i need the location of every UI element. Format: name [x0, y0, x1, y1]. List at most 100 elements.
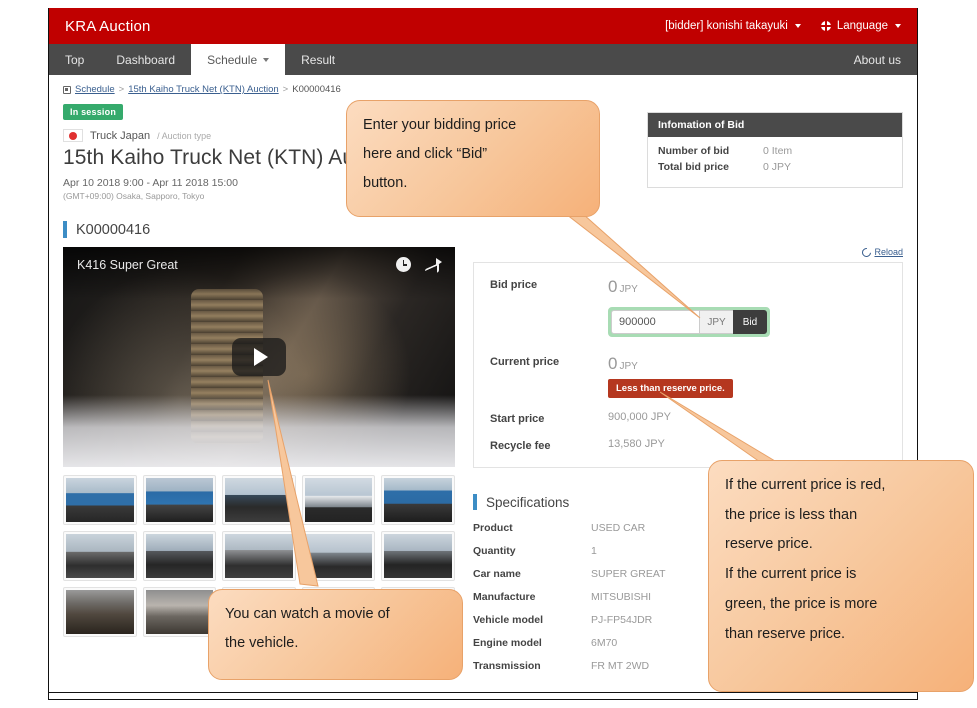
spec-value: USED CAR: [591, 522, 646, 534]
spec-value: MITSUBISHI: [591, 591, 652, 603]
thumbnail-item[interactable]: [222, 531, 296, 581]
callout-line: You can watch a movie of: [225, 606, 390, 622]
thumbnail-item[interactable]: [142, 531, 217, 581]
nav-item-result[interactable]: Result: [285, 44, 351, 75]
callout-bid-instruction: Enter your bidding price here and click …: [346, 100, 600, 217]
video-player[interactable]: K416 Super Great: [63, 247, 455, 467]
reload-link[interactable]: Reload: [860, 245, 903, 259]
bid-input-currency-addon: JPY: [699, 310, 733, 334]
nav-item-label: About us: [853, 52, 901, 67]
nav-item-schedule[interactable]: Schedule: [191, 44, 286, 75]
lot-section-title: K00000416: [63, 221, 903, 238]
breadcrumb-link-schedule[interactable]: Schedule: [75, 84, 115, 95]
thumbnail-item[interactable]: [63, 531, 137, 581]
breadcrumb-link-auction[interactable]: 15th Kaiho Truck Net (KTN) Auction: [128, 84, 278, 95]
bottom-thumbnail-row: [63, 699, 467, 700]
nav-item-about-us[interactable]: About us: [838, 44, 917, 75]
bid-price-unit: JPY: [619, 284, 638, 295]
start-price-row: Start price 900,000 JPY: [490, 411, 886, 425]
bid-amount-input[interactable]: [611, 310, 699, 334]
current-price-unit: JPY: [619, 361, 638, 372]
main-navigation: Top Dashboard Schedule Result About us: [49, 44, 917, 75]
info-bid-key: Number of bid: [658, 145, 730, 157]
thumbnail-item[interactable]: [142, 587, 217, 637]
specifications-heading: Specifications: [486, 494, 570, 510]
thumbnail-item[interactable]: [227, 699, 303, 700]
app-brand-title[interactable]: KRA Auction: [65, 18, 151, 35]
callout-reserve-price-explanation: If the current price is red, the price i…: [708, 460, 974, 692]
current-price-row: Current price 0 JPY Less than reserve pri…: [490, 354, 886, 398]
callout-line: button.: [363, 175, 408, 191]
language-menu[interactable]: Language: [820, 20, 901, 32]
spec-value: 6M70: [591, 637, 618, 649]
chevron-down-icon: [895, 24, 901, 28]
thumbnail-item[interactable]: [381, 475, 455, 525]
spec-key: Product: [473, 522, 513, 534]
spec-value: SUPER GREAT: [591, 568, 666, 580]
play-button[interactable]: [232, 338, 286, 376]
thumbnail-item[interactable]: [301, 531, 376, 581]
callout-line: the vehicle.: [225, 635, 299, 651]
thumbnail-item[interactable]: [391, 699, 467, 700]
spec-value: FR MT 2WD: [591, 660, 650, 672]
bid-price-label: Bid price: [490, 279, 538, 291]
nav-item-dashboard[interactable]: Dashboard: [100, 44, 191, 75]
play-icon: [253, 348, 268, 366]
spec-key: Quantity: [473, 545, 516, 557]
callout-line: the price is less than: [725, 506, 858, 523]
thumbnail-item[interactable]: [63, 475, 137, 525]
bid-panel: Bid price 0JPY JPY Bid: [473, 262, 903, 468]
auction-type-name: Truck Japan: [90, 129, 151, 142]
language-menu-label: Language: [836, 20, 888, 32]
bid-input-row: JPY Bid: [490, 300, 886, 341]
header-right-group: [bidder] konishi takayuki Language: [665, 20, 901, 32]
thumbnail-item[interactable]: [145, 699, 221, 700]
callout-line: green, the price is more: [725, 595, 878, 612]
section-accent-bar: [63, 221, 67, 238]
breadcrumb-list-icon: [63, 85, 71, 94]
video-title: K416 Super Great: [77, 258, 178, 272]
breadcrumb-current: K00000416: [292, 84, 341, 95]
start-price-label: Start price: [490, 413, 545, 425]
table-row: Number of bid 0 Item: [658, 145, 892, 157]
breadcrumb: Schedule > 15th Kaiho Truck Net (KTN) Au…: [63, 84, 903, 95]
callout-line: reserve price.: [725, 536, 813, 553]
status-badge: In session: [63, 104, 124, 120]
current-price-value-group: 0 JPY Less than reserve price.: [608, 354, 733, 398]
callout-line: here and click “Bid”: [363, 146, 488, 162]
user-menu[interactable]: [bidder] konishi takayuki: [665, 20, 801, 32]
spec-key: Transmission: [473, 660, 541, 672]
thumbnail-item[interactable]: [142, 475, 217, 525]
information-of-bid-body: Number of bid 0 Item Total bid price 0 J…: [648, 137, 902, 187]
current-price-value: 0: [608, 354, 618, 373]
nav-item-label: Result: [301, 52, 336, 67]
thumbnail-item[interactable]: [301, 475, 376, 525]
page-divider: [49, 692, 917, 693]
refresh-icon: [860, 245, 874, 259]
information-of-bid-heading: Infomation of Bid: [648, 113, 902, 137]
thumbnail-item[interactable]: [222, 475, 296, 525]
recycle-fee-label: Recycle fee: [490, 440, 551, 452]
top-header-bar: KRA Auction [bidder] konishi takayuki La…: [49, 8, 917, 44]
reserve-price-alert: Less than reserve price.: [608, 379, 733, 398]
callout-line: Enter your bidding price: [363, 117, 517, 133]
reload-row: Reload: [473, 245, 903, 262]
spec-value: PJ-FP54JDR: [591, 614, 653, 626]
nav-item-label: Dashboard: [116, 52, 176, 67]
thumbnail-item[interactable]: [309, 699, 385, 700]
table-row: Total bid price 0 JPY: [658, 161, 892, 173]
thumbnail-item[interactable]: [63, 587, 137, 637]
thumbnail-item[interactable]: [63, 699, 139, 700]
spec-key: Manufacture: [473, 591, 536, 603]
current-price-label: Current price: [490, 356, 560, 368]
nav-item-top[interactable]: Top: [49, 44, 100, 75]
bid-input-spacer: [490, 300, 608, 302]
info-bid-value: 0 JPY: [763, 161, 792, 173]
spec-key: Vehicle model: [473, 614, 544, 626]
bid-submit-button[interactable]: Bid: [733, 310, 767, 334]
lot-number: K00000416: [76, 221, 151, 238]
share-icon[interactable]: [425, 257, 442, 272]
recycle-fee-row: Recycle fee 13,580 JPY: [490, 438, 886, 452]
thumbnail-item[interactable]: [381, 531, 455, 581]
watch-later-icon[interactable]: [396, 257, 411, 272]
